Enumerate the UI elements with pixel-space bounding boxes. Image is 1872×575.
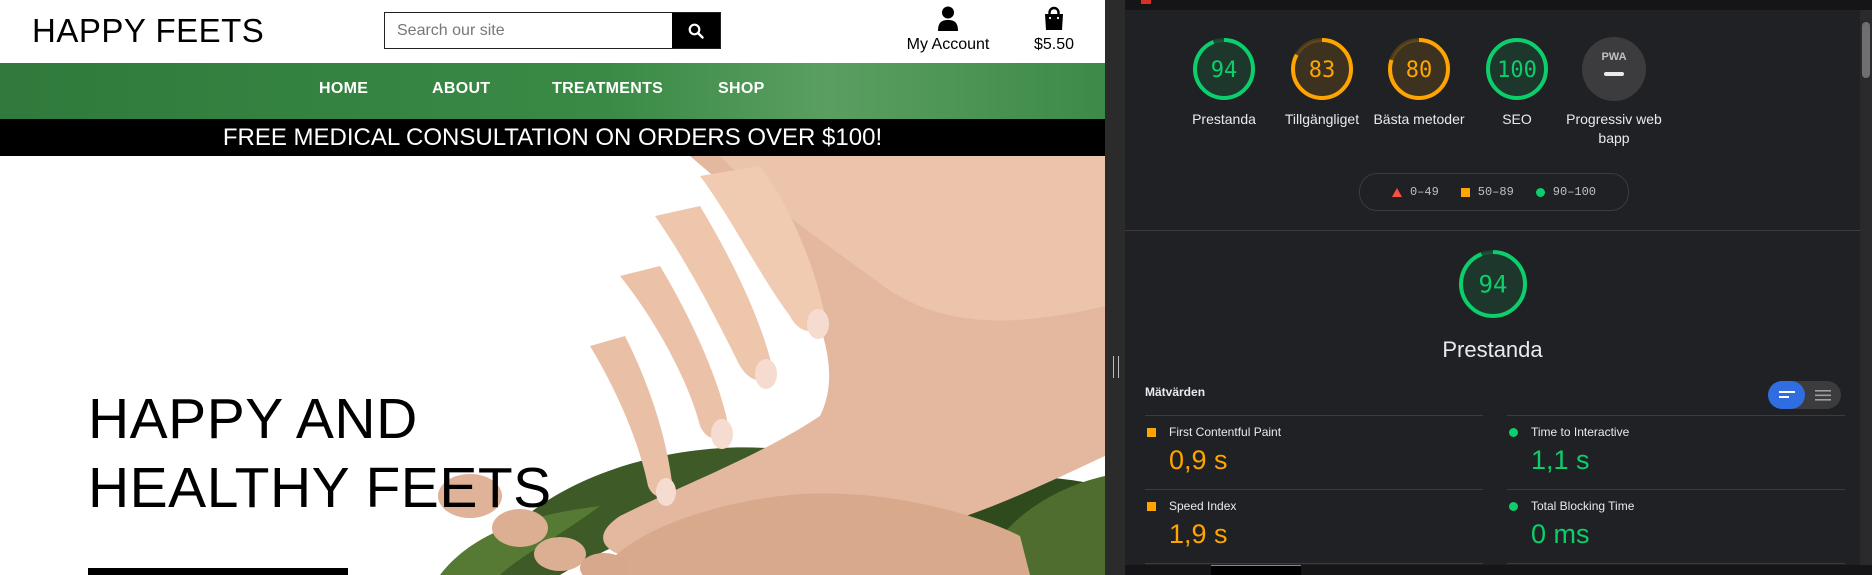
metric-item: Speed Index 1,9 s <box>1145 499 1445 550</box>
metric-divider <box>1507 415 1845 416</box>
circle-icon <box>1535 187 1545 197</box>
category-score-label: Bästa metoder <box>1373 111 1465 127</box>
hero-section: HAPPY AND HEALTHY FEETS <box>0 156 1105 575</box>
metric-item: First Contentful Paint 0,9 s <box>1145 425 1445 476</box>
metric-name: Time to Interactive <box>1507 425 1807 439</box>
search-form <box>384 12 721 49</box>
metric-item: Time to Interactive 1,1 s <box>1507 425 1807 476</box>
devtools-toolbar <box>1125 0 1872 10</box>
performance-gauge: 94 <box>1457 248 1529 320</box>
bag-total: $5.50 <box>1033 36 1075 53</box>
shopping-bag-icon <box>1045 6 1063 30</box>
splitter-handle[interactable] <box>1113 356 1119 378</box>
nav-about[interactable]: ABOUT <box>432 80 490 98</box>
expanded-list-icon <box>1815 389 1831 401</box>
category-score-label: Prestanda <box>1192 111 1256 127</box>
category-score-2[interactable]: 80 Bästa metoder <box>1371 36 1467 129</box>
performance-gauge-ring-value: 94 <box>1479 271 1508 299</box>
category-score-label: SEO <box>1502 111 1532 127</box>
scrollbar-thumb[interactable] <box>1862 22 1870 78</box>
search-input[interactable] <box>385 13 672 48</box>
score-gauge-2-value: 80 <box>1406 58 1433 83</box>
score-gauge-3: 100 <box>1486 38 1548 100</box>
metric-divider <box>1507 489 1845 490</box>
score-gauge-2: 80 <box>1388 38 1450 100</box>
expanded-view-button[interactable] <box>1805 381 1841 409</box>
average-square-icon <box>1147 428 1156 437</box>
pass-circle-icon <box>1509 428 1518 437</box>
category-score-3[interactable]: 100 SEO <box>1469 36 1565 129</box>
metric-name: Total Blocking Time <box>1507 499 1807 513</box>
legend-fail: 0–49 <box>1391 185 1439 199</box>
score-gauge-1: 83 <box>1291 38 1353 100</box>
square-icon <box>1460 187 1470 197</box>
category-score-label: Progressiv webbapp <box>1566 111 1662 146</box>
metric-value: 1,9 s <box>1169 519 1228 549</box>
metric-value: 0 ms <box>1531 519 1590 549</box>
section-divider <box>1125 230 1860 231</box>
performance-title: Prestanda <box>1442 337 1543 362</box>
legend-average-label: 50–89 <box>1477 185 1514 199</box>
metric-item: Total Blocking Time 0 ms <box>1507 499 1807 550</box>
nav-shop[interactable]: SHOP <box>718 80 765 98</box>
search-button[interactable] <box>672 13 720 48</box>
category-score-label: Tillgängliget <box>1284 111 1360 127</box>
metric-value: 1,1 s <box>1531 445 1590 475</box>
user-icon <box>938 6 958 31</box>
score-gauge-3-value: 100 <box>1497 58 1537 83</box>
metric-divider <box>1145 415 1483 416</box>
pane-splitter <box>1105 0 1125 575</box>
legend-fail-label: 0–49 <box>1409 185 1439 199</box>
pwa-badge-text: PWA <box>1601 51 1626 63</box>
shopping-bag-link[interactable]: $5.50 <box>1028 6 1080 54</box>
metrics-view-toggle <box>1768 381 1841 409</box>
legend-pass-label: 90–100 <box>1552 185 1597 199</box>
error-indicator-icon <box>1141 0 1151 4</box>
performance-gauge-ring: 94 <box>1459 250 1527 318</box>
pwa-badge-bar <box>1604 72 1624 76</box>
metric-divider <box>1507 563 1845 564</box>
metric-value: 0,9 s <box>1169 445 1228 475</box>
compact-view-button[interactable] <box>1768 381 1805 409</box>
nav-home[interactable]: HOME <box>319 80 368 98</box>
metrics-heading: Mätvärden <box>1145 385 1206 399</box>
score-gauge-0-value: 94 <box>1211 58 1238 83</box>
hero-cta-button[interactable] <box>88 568 348 575</box>
metric-name: Speed Index <box>1145 499 1445 513</box>
metric-divider <box>1145 563 1483 564</box>
my-account-link[interactable]: My Account <box>900 6 996 54</box>
category-score-1[interactable]: 83 Tillgängliget <box>1274 36 1370 129</box>
pwa-badge-icon: PWA <box>1582 37 1646 101</box>
category-score-0[interactable]: 94 Prestanda <box>1176 36 1272 129</box>
score-gauge-0: 94 <box>1193 38 1255 100</box>
lighthouse-panel: 94 Prestanda 83 Tillgängliget 80 Bästa metode… <box>1125 0 1872 575</box>
legend-pass: 90–100 <box>1535 185 1597 199</box>
hero-title-line-2: HEALTHY FEETS <box>88 456 552 520</box>
category-score-4[interactable]: PWA Progressiv webbapp <box>1566 36 1662 148</box>
search-icon <box>688 23 704 39</box>
score-gauge-1-value: 83 <box>1309 58 1336 83</box>
hero-title: HAPPY AND HEALTHY FEETS <box>88 385 552 523</box>
nav-treatments[interactable]: TREATMENTS <box>552 80 663 98</box>
triangle-icon <box>1391 187 1402 197</box>
my-account-label: My Account <box>906 36 990 53</box>
pass-circle-icon <box>1509 502 1518 511</box>
promo-banner: FREE MEDICAL CONSULTATION ON ORDERS OVER… <box>0 119 1105 156</box>
site-header: HAPPY FEETS My Account <box>0 0 1105 63</box>
compact-list-icon <box>1778 391 1795 398</box>
main-navigation: HOME ABOUT TREATMENTS SHOP <box>0 63 1105 119</box>
website-viewport: HAPPY FEETS My Account <box>0 0 1105 575</box>
average-square-icon <box>1147 502 1156 511</box>
metric-name: First Contentful Paint <box>1145 425 1445 439</box>
legend-average: 50–89 <box>1460 185 1514 199</box>
devtools-drawer-tabs <box>1125 565 1872 575</box>
hero-title-line-1: HAPPY AND <box>88 387 418 451</box>
metric-divider <box>1145 489 1483 490</box>
panel-scrollbar[interactable] <box>1860 10 1872 565</box>
site-logo[interactable]: HAPPY FEETS <box>32 12 264 50</box>
score-legend: 0–49 50–89 90–100 <box>1359 173 1629 211</box>
drawer-tab-active[interactable] <box>1211 565 1301 575</box>
